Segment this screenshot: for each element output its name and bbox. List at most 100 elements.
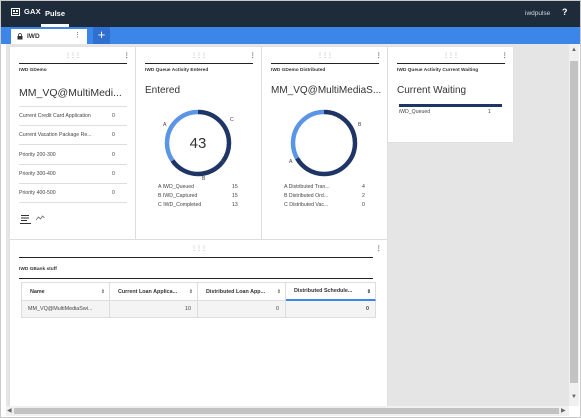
widget-title: IWD GBank stuff [19,267,57,272]
table-header-current-loan[interactable]: Current Loan Applica... ⇕ [110,282,198,301]
column-label: Distributed Loan App... [206,288,266,295]
donut-label-c: C [230,117,234,123]
drag-handle-icon[interactable]: ⋮⋮⋮ [191,245,207,252]
title-divider [271,63,379,64]
legend-item-label: A Distributed Tran... [284,184,330,190]
help-icon[interactable]: ? [562,7,568,17]
widget-gbank-stuff: ⋮⋮⋮ ⋮ IWD GBank stuff [10,240,387,406]
sort-icon[interactable]: ⇕ [189,289,193,295]
scroll-thumb[interactable] [570,61,578,383]
tab-label: IWD [27,33,40,40]
legend-item-value: 2 [362,193,365,199]
widget-current-waiting: ⋮⋮⋮ ⋮ IWD Queue Activity Current Waiting… [388,47,513,142]
widget-title: IWD Queue Activity Entered [145,68,209,73]
title-divider [145,63,253,64]
title-divider [19,278,373,279]
brand[interactable]: GAX [11,7,41,16]
active-view-underline [20,223,31,224]
list-view-icon[interactable] [21,215,30,221]
drag-handle-icon[interactable]: ⋮⋮⋮ [317,52,333,59]
title-divider [19,63,127,64]
divider [19,144,127,145]
table-header-distributed-loan[interactable]: Distributed Loan App... ⇕ [198,282,286,301]
donut-chart [290,109,358,177]
column-label: Name [30,288,45,295]
divider [19,106,127,107]
column-label: Current Loan Applica... [118,288,178,295]
list-item-label: Current Vacation Package Re... [19,132,92,138]
table-header-name[interactable]: Name ⇕ [21,282,110,301]
kebab-menu-icon[interactable]: ⋮ [124,51,131,59]
widget-heading: Entered [145,85,181,96]
divider [19,125,127,126]
donut-label-a: A [163,122,167,128]
drag-handle-icon[interactable]: ⋮⋮⋮ [65,52,81,59]
legend-item-label: B IWD_Captured [158,193,198,199]
legend-item-value: 0 [362,202,365,208]
list-item-value: 1 [488,109,491,115]
sort-icon[interactable]: ⇕ [367,289,371,295]
widget-heading: Current Waiting [397,85,467,96]
column-label: Distributed Schedule... [294,288,353,294]
value-bar [399,104,502,107]
table-cell-distributed-schedule: 0 [286,301,376,318]
scroll-down-icon[interactable]: ▼ [571,394,577,400]
legend-item-label: C IWD_Completed [158,202,202,208]
table-header-distributed-schedule[interactable]: Distributed Schedule... ⇕ [286,282,376,301]
dashboard-workspace: ⋮⋮⋮ ⋮ IWD GDemo MM_VQ@MultiMedi... Curre… [6,44,569,406]
scroll-left-icon[interactable]: ◀ [7,407,12,414]
gax-logo-icon [11,7,20,16]
list-item-value: 0 [112,171,115,177]
donut-label-b: B [202,176,206,182]
app-window: GAX Pulse iwdpulse ? IWD ⋮ + ⋮⋮⋮ ⋮ IWD G… [0,0,581,418]
chart-view-icon[interactable] [36,215,45,221]
lock-icon [17,33,23,40]
donut-label-b: B [358,122,362,128]
list-item-label: Current Credit Card Application [19,113,91,119]
drag-handle-icon[interactable]: ⋮⋮⋮ [191,52,207,59]
sort-icon[interactable]: ⇕ [277,289,281,295]
brand-name: GAX [24,7,41,16]
list-item-value: 0 [112,132,115,138]
divider [19,202,127,203]
add-tab-button[interactable]: + [93,27,110,44]
legend-item-value: 4 [362,184,365,190]
widget-iwd-gdemo: ⋮⋮⋮ ⋮ IWD GDemo MM_VQ@MultiMedi... Curre… [10,47,135,239]
legend-item-value: 13 [232,202,238,208]
title-divider [19,257,373,258]
kebab-menu-icon[interactable]: ⋮ [376,244,383,252]
table-cell-name[interactable]: MM_VQ@MultiMediaSwi... [21,301,110,318]
user-menu[interactable]: iwdpulse [525,10,550,17]
list-item-label: Priority 200-300 [19,152,56,158]
scroll-thumb[interactable] [14,408,559,414]
table-cell-distributed-loan: 0 [198,301,286,318]
top-navigation-bar: GAX Pulse iwdpulse ? [1,1,580,27]
scroll-up-icon[interactable]: ▲ [571,47,577,53]
list-item-label: Priority 400-500 [19,190,56,196]
kebab-menu-icon[interactable]: ⋮ [74,31,81,39]
list-item-value: 0 [112,152,115,158]
vertical-scrollbar[interactable]: ▲ ▼ [569,44,579,406]
divider [19,183,127,184]
kebab-menu-icon[interactable]: ⋮ [250,51,257,59]
widget-title: IWD GDemo [19,68,47,73]
scroll-right-icon[interactable]: ▶ [561,407,566,414]
widget-title: IWD Queue Activity Current Waiting [397,68,479,73]
dashboard-tab-bar: IWD ⋮ [1,27,580,44]
drag-handle-icon[interactable]: ⋮⋮⋮ [443,52,459,59]
horizontal-scrollbar[interactable]: ◀ ▶ [6,406,569,416]
title-divider [397,63,505,64]
list-item-label: iWD_Queued [399,109,431,115]
legend-item-label: A IWD_Queued [158,184,195,190]
sort-icon[interactable]: ⇕ [101,289,105,295]
table-cell-current-loan: 10 [110,301,198,318]
tab-iwd[interactable]: IWD ⋮ [11,29,87,44]
kebab-menu-icon[interactable]: ⋮ [376,51,383,59]
widget-object-name: MM_VQ@MultiMedi... [19,87,122,99]
donut-total: 43 [190,135,207,152]
widget-object-name: MM_VQ@MultiMediaS... [271,85,382,96]
kebab-menu-icon[interactable]: ⋮ [502,51,509,59]
nav-item-pulse[interactable]: Pulse [45,9,65,18]
list-item-label: Priority 300-400 [19,171,56,177]
widget-queue-activity-entered: ⋮⋮⋮ ⋮ IWD Queue Activity Entered Entered… [136,47,261,239]
